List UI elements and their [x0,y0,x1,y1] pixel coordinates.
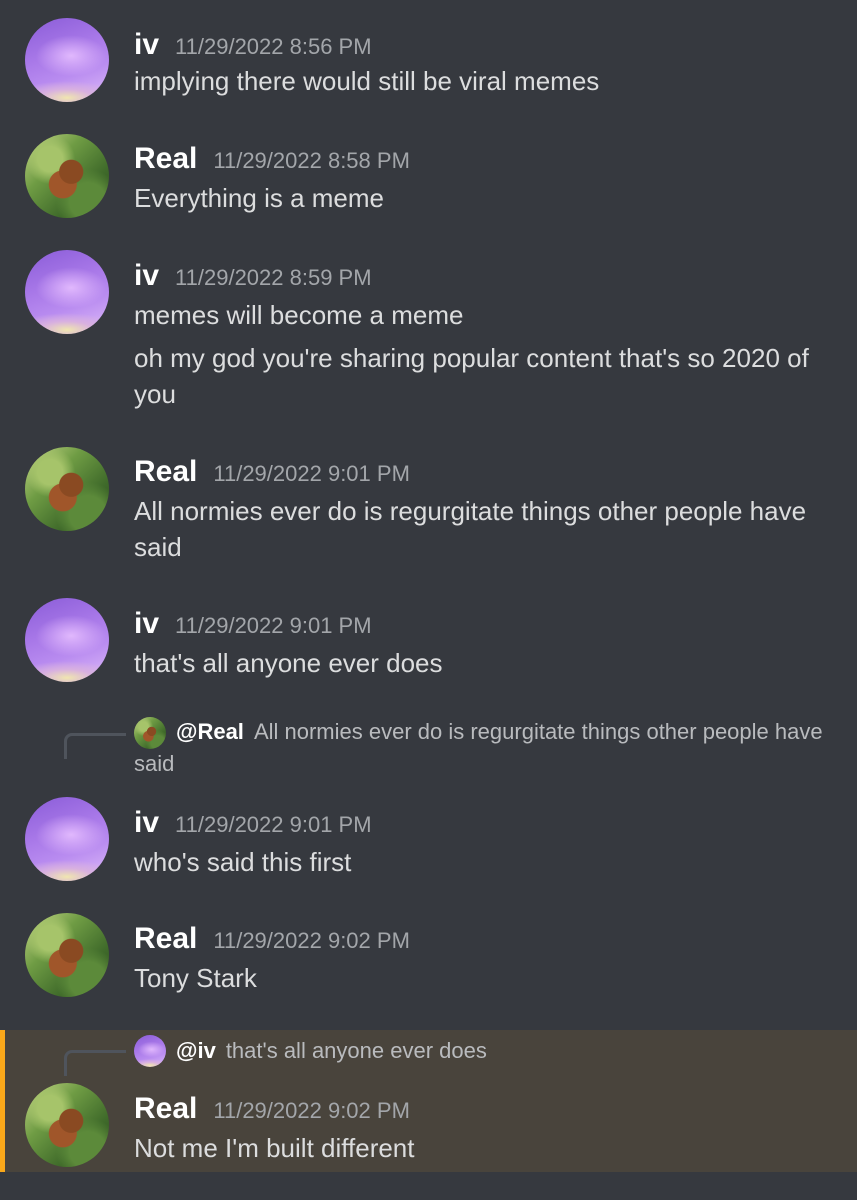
avatar[interactable] [25,250,109,334]
username[interactable]: Real [134,922,197,956]
timestamp: 11/29/2022 9:01 PM [175,812,372,837]
reply-text: @Real All normies ever do is regurgitate … [134,716,824,780]
timestamp: 11/29/2022 9:02 PM [213,928,410,953]
message-text: memes will become a meme [134,300,464,330]
avatar[interactable] [25,1083,109,1167]
username[interactable]: iv [134,259,159,293]
username[interactable]: Real [134,1092,197,1126]
avatar[interactable] [25,18,109,102]
username[interactable]: iv [134,607,159,641]
avatar[interactable] [25,598,109,682]
reply-spine [64,733,126,759]
message-text: oh my god you're sharing popular content… [134,343,809,409]
username[interactable]: iv [134,806,159,840]
message-text: who's said this first [134,847,352,877]
reply-content: that's all anyone ever does [225,1038,487,1063]
username[interactable]: Real [134,142,197,176]
message-text: Not me I'm built different [134,1133,415,1163]
avatar[interactable] [25,447,109,531]
reply-text: @iv that's all anyone ever does [134,1035,824,1067]
message-text: All normies ever do is regurgitate thing… [134,496,807,562]
timestamp: 11/29/2022 8:56 PM [175,34,372,59]
reply-mention[interactable]: @iv [176,1038,216,1063]
avatar[interactable] [25,134,109,218]
message-text: that's all anyone ever does [134,648,443,678]
avatar[interactable] [25,797,109,881]
timestamp: 11/29/2022 8:59 PM [175,265,372,290]
reply-mention[interactable]: @Real [176,719,244,744]
message-text: Tony Stark [134,963,257,993]
timestamp: 11/29/2022 9:01 PM [213,461,410,486]
avatar[interactable] [25,913,109,997]
timestamp: 11/29/2022 9:01 PM [175,613,372,638]
message-text: Everything is a meme [134,183,384,213]
reply-spine [64,1050,126,1076]
timestamp: 11/29/2022 9:02 PM [213,1098,410,1123]
timestamp: 11/29/2022 8:58 PM [213,148,410,173]
username[interactable]: Real [134,455,197,489]
username[interactable]: iv [134,28,159,62]
message-text: implying there would still be viral meme… [134,66,600,96]
